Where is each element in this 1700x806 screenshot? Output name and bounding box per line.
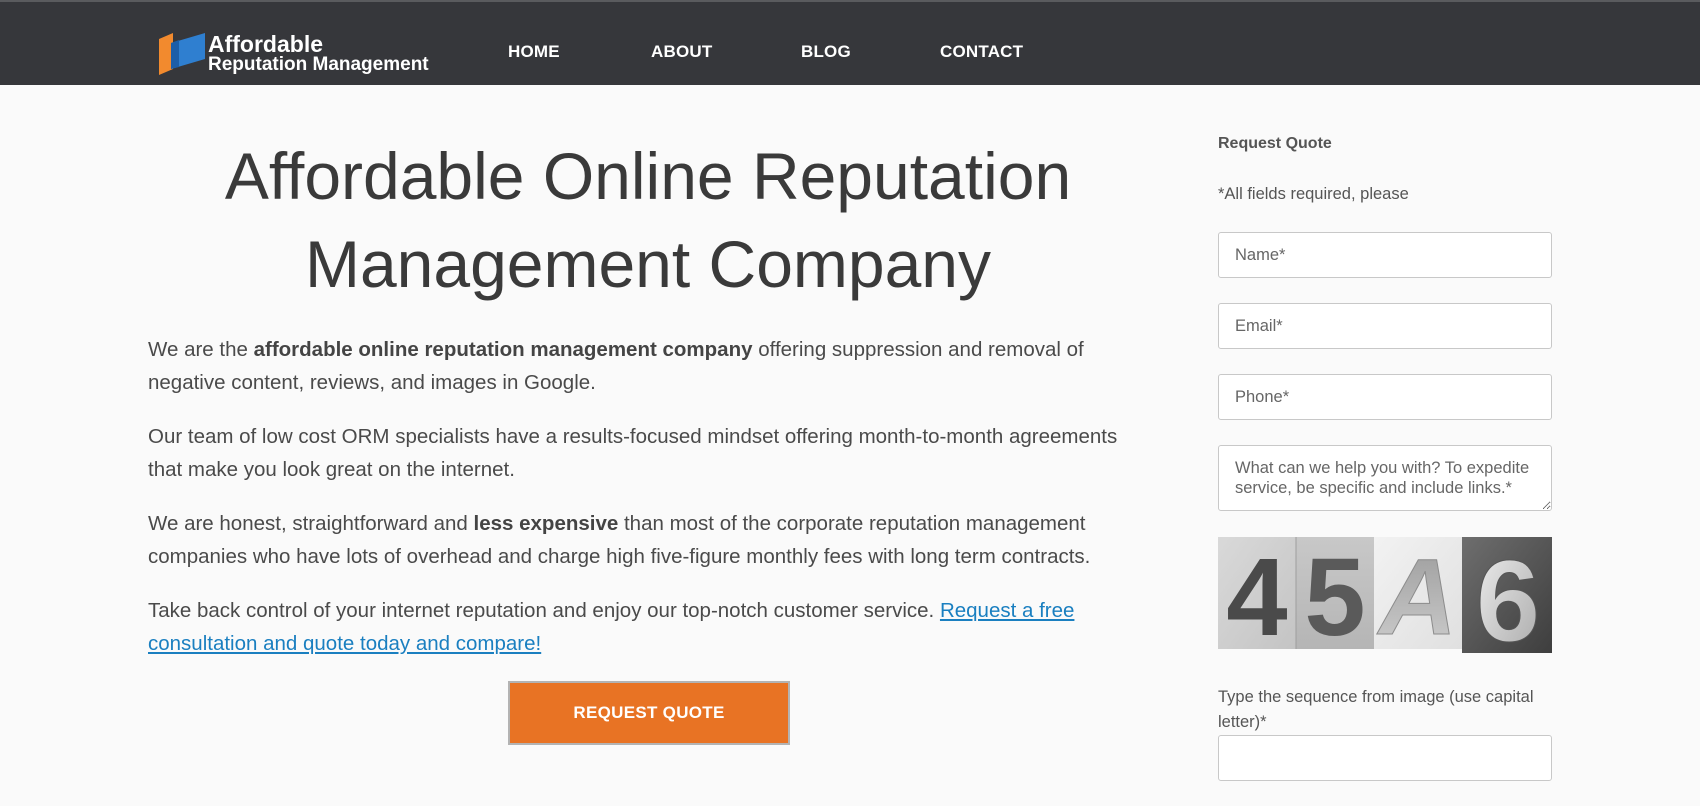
site-header: Affordable Reputation Management HOME AB…	[0, 0, 1700, 85]
honest-paragraph: We are honest, straightforward and less …	[148, 507, 1148, 573]
control-text: Take back control of your internet reput…	[148, 599, 940, 622]
captcha-char-4: 6	[1476, 537, 1541, 653]
intro-bold-text: affordable online reputation management …	[253, 338, 753, 361]
page-title-line1: Affordable Online Reputation	[224, 139, 1072, 213]
required-fields-note: *All fields required, please	[1218, 185, 1409, 203]
captcha-char-3: A	[1376, 537, 1457, 653]
site-logo[interactable]: Affordable Reputation Management	[157, 31, 447, 77]
captcha-instructions: Type the sequence from image (use capita…	[1218, 688, 1534, 731]
captcha-input[interactable]	[1218, 735, 1552, 781]
team-paragraph: Our team of low cost ORM specialists hav…	[148, 425, 1118, 481]
name-input[interactable]	[1218, 232, 1552, 278]
intro-paragraph: We are the affordable online reputation …	[148, 333, 1148, 399]
intro-text-start: We are the	[148, 338, 254, 361]
logo-mark-icon	[159, 33, 205, 75]
nav-home[interactable]: HOME	[508, 42, 560, 62]
logo-text-reputation-management: Reputation Management	[208, 54, 429, 75]
page-title-line2: Management Company	[304, 227, 992, 301]
honest-bold-text: less expensive	[473, 512, 619, 535]
message-textarea[interactable]	[1218, 445, 1552, 511]
request-quote-button[interactable]: REQUEST QUOTE	[508, 681, 790, 745]
email-input[interactable]	[1218, 303, 1552, 349]
nav-about[interactable]: ABOUT	[651, 42, 712, 62]
captcha-image: 4 5 A 6	[1218, 537, 1552, 653]
control-paragraph: Take back control of your internet reput…	[148, 594, 1148, 660]
honest-text-start: We are honest, straightforward and	[148, 512, 474, 535]
nav-blog[interactable]: BLOG	[801, 42, 851, 62]
page-title: Affordable Online Reputation Management …	[148, 132, 1148, 308]
captcha-char-2: 5	[1304, 537, 1365, 653]
logo-text-affordable: Affordable	[208, 31, 323, 57]
request-quote-heading: Request Quote	[1218, 135, 1332, 152]
phone-input[interactable]	[1218, 374, 1552, 420]
captcha-char-1: 4	[1226, 537, 1287, 653]
nav-contact[interactable]: CONTACT	[940, 42, 1023, 62]
